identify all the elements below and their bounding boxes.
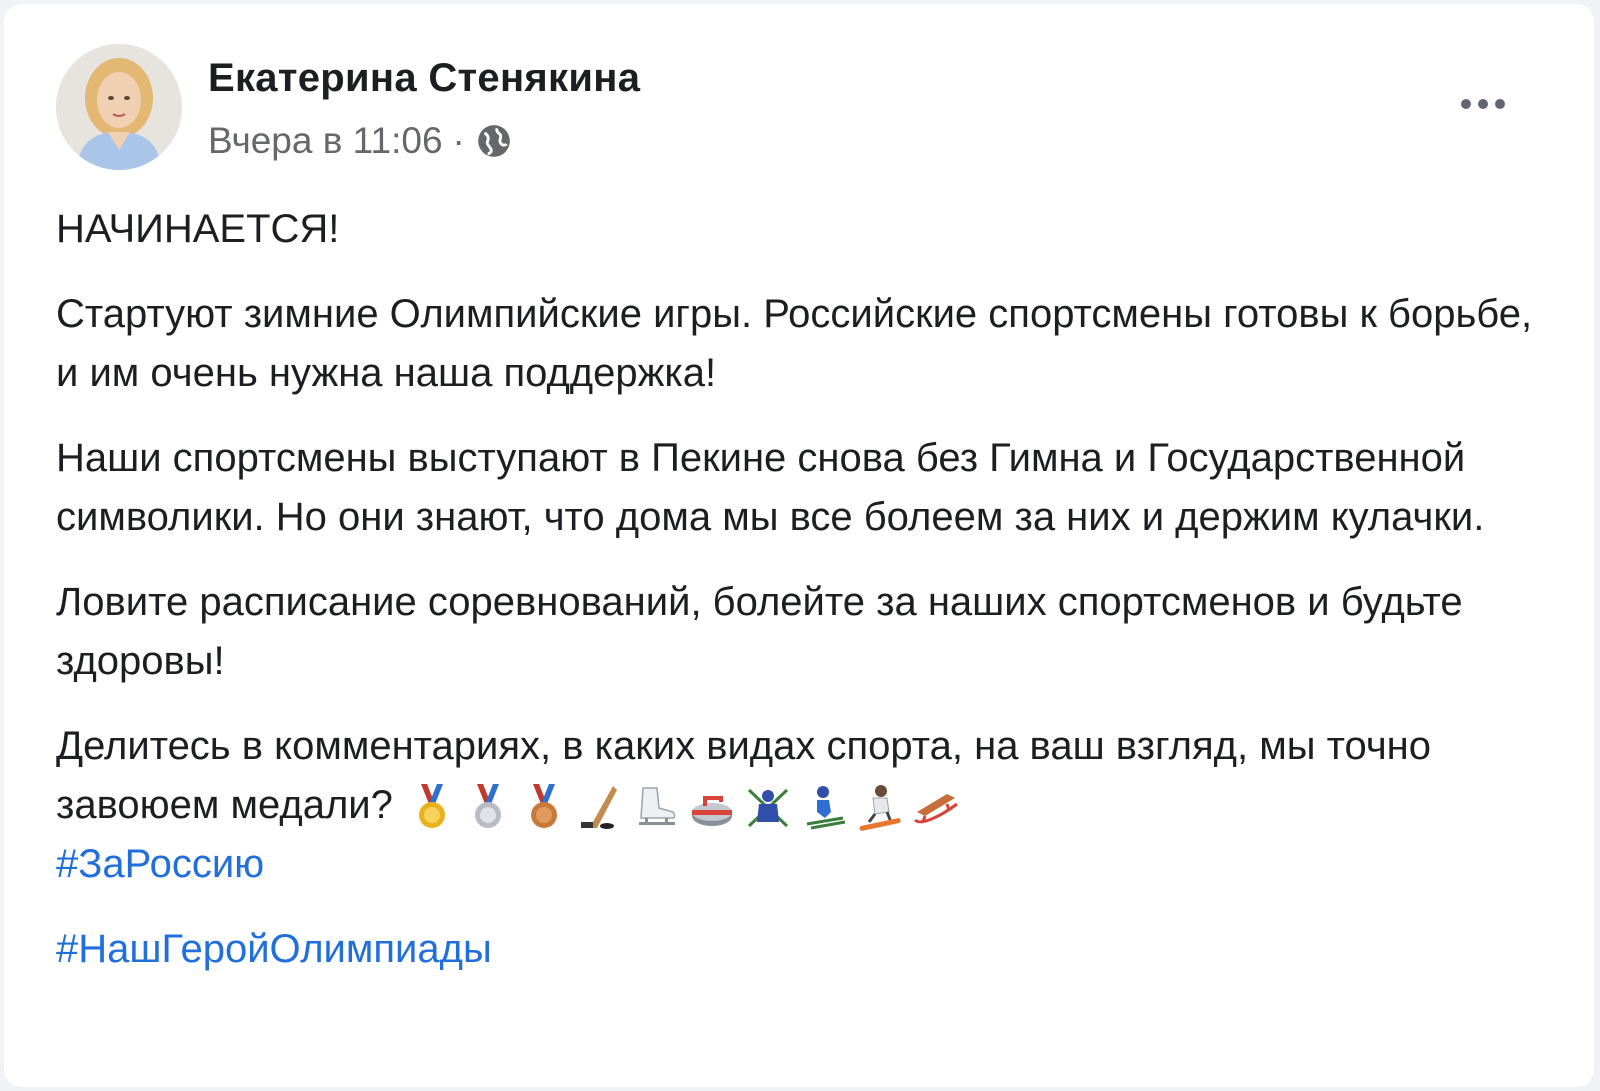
post-paragraph: НАЧИНАЕТСЯ!: [56, 207, 340, 251]
post-body: НАЧИНАЕТСЯ! Стартуют зимние Олимпийские …: [56, 200, 1546, 1005]
avatar-image: [56, 44, 182, 170]
author-name[interactable]: Екатерина Стенякина: [208, 56, 640, 101]
post-paragraph: Ловите расписание соревнований, болейте …: [56, 580, 1463, 683]
post-paragraph-question: Делитесь в комментариях, в каких видах с…: [56, 717, 1546, 894]
globe-icon[interactable]: [475, 122, 513, 160]
ice-skate-icon: [638, 787, 676, 826]
more-options-button[interactable]: [1448, 84, 1518, 124]
post-card: Екатерина Стенякина Вчера в 11:06 · НАЧИ…: [4, 4, 1594, 1087]
post-paragraph: Наши спортсмены выступают в Пекине снова…: [56, 436, 1485, 539]
gold-medal-icon: [418, 784, 445, 829]
sled-icon: [913, 794, 958, 824]
post-header: Екатерина Стенякина Вчера в 11:06 ·: [56, 44, 1554, 176]
more-dot: [1495, 99, 1505, 109]
post-paragraph: Стартуют зимние Олимпийские игры. Россий…: [56, 292, 1533, 395]
skier-icon: [806, 786, 846, 830]
emoji-row: [407, 782, 961, 832]
curling-stone-icon: [691, 796, 732, 827]
hashtag-link[interactable]: #ЗаРоссию: [56, 835, 264, 894]
post-meta: Вчера в 11:06 ·: [208, 120, 513, 162]
more-dot: [1478, 99, 1488, 109]
more-dot: [1461, 99, 1471, 109]
hockey-stick-icon: [580, 786, 617, 830]
post-timestamp[interactable]: Вчера в 11:06: [208, 120, 443, 162]
silver-medal-icon: [474, 784, 501, 829]
meta-separator: ·: [452, 120, 465, 161]
bronze-medal-icon: [530, 784, 557, 829]
hashtag-link[interactable]: #НашГеройОлимпиады: [56, 920, 492, 979]
snowboarder-icon: [859, 785, 901, 832]
author-avatar[interactable]: [56, 44, 182, 170]
biathlon-icon: [747, 789, 788, 828]
